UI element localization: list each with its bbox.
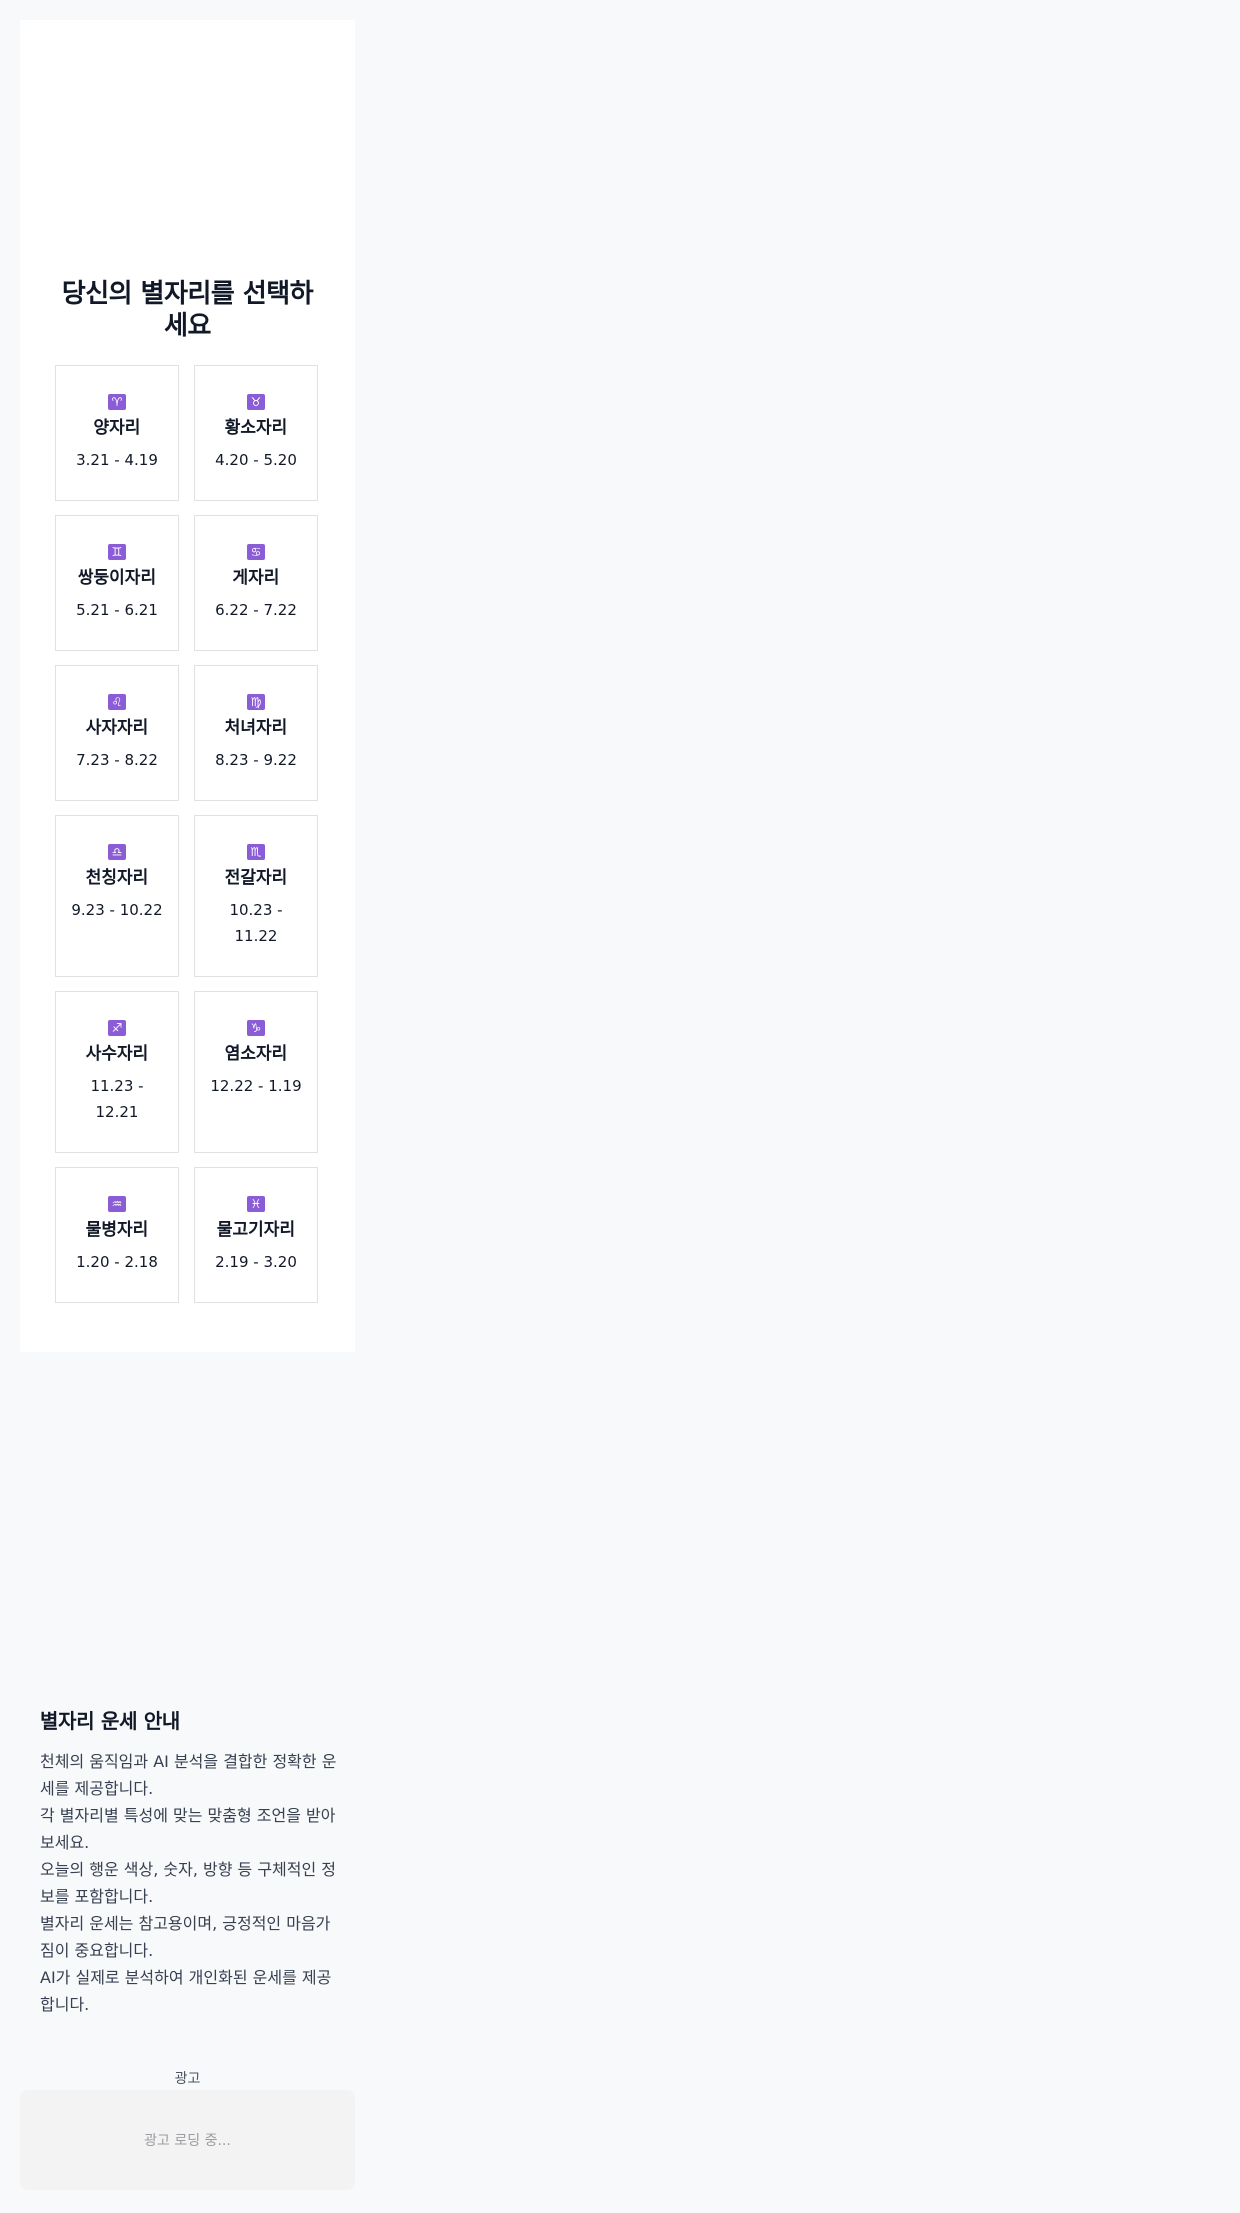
- zodiac-card-pisces[interactable]: ♓ 물고기자리 2.19 - 3.20: [194, 1167, 318, 1303]
- zodiac-name: 물고기자리: [216, 1220, 296, 1240]
- gemini-icon: ♊: [108, 544, 126, 560]
- page-title-line2: 세요: [164, 311, 211, 341]
- zodiac-date: 4.20 - 5.20: [215, 451, 297, 469]
- zodiac-date: 6.22 - 7.22: [215, 601, 297, 619]
- zodiac-date: 2.19 - 3.20: [215, 1253, 297, 1271]
- info-item: AI가 실제로 분석하여 개인화된 운세를 제공합니다.: [40, 1968, 332, 2014]
- info-item: 각 별자리별 특성에 맞는 맞춤형 조언을 받아보세요.: [40, 1806, 336, 1852]
- virgo-icon: ♍: [247, 694, 265, 710]
- taurus-icon: ♉: [247, 394, 265, 410]
- zodiac-date: 9.23 - 10.22: [71, 901, 163, 919]
- ad-slot[interactable]: 광고 로딩 중...: [20, 2090, 355, 2190]
- horoscope-info-section: 별자리 운세 안내 천체의 움직임과 AI 분석을 결합한 정확한 운세를 제공…: [40, 1706, 340, 2018]
- info-item: 오늘의 행운 색상, 숫자, 방향 등 구체적인 정보를 포함합니다.: [40, 1860, 337, 1906]
- scorpio-icon: ♏: [247, 844, 265, 860]
- info-heading: 별자리 운세 안내: [40, 1709, 181, 1733]
- info-item: 별자리 운세는 참고용이며, 긍정적인 마음가짐이 중요합니다.: [40, 1914, 331, 1960]
- zodiac-card-cancer[interactable]: ♋ 게자리 6.22 - 7.22: [194, 515, 318, 651]
- zodiac-date: 5.21 - 6.21: [76, 601, 158, 619]
- capricorn-icon: ♑: [247, 1020, 265, 1036]
- zodiac-name: 물병자리: [85, 1220, 149, 1240]
- zodiac-selection-panel: 당신의 별자리를 선택하 세요 ♈ 양자리 3.21 - 4.19 ♉ 황소자리…: [20, 20, 355, 1352]
- aquarius-icon: ♒: [108, 1196, 126, 1212]
- zodiac-card-sagittarius[interactable]: ♐ 사수자리 11.23 - 12.21: [55, 991, 179, 1153]
- cancer-icon: ♋: [247, 544, 265, 560]
- zodiac-card-gemini[interactable]: ♊ 쌍둥이자리 5.21 - 6.21: [55, 515, 179, 651]
- zodiac-card-taurus[interactable]: ♉ 황소자리 4.20 - 5.20: [194, 365, 318, 501]
- zodiac-date: 1.20 - 2.18: [76, 1253, 158, 1271]
- zodiac-card-capricorn[interactable]: ♑ 염소자리 12.22 - 1.19: [194, 991, 318, 1153]
- info-item: 천체의 움직임과 AI 분석을 결합한 정확한 운세를 제공합니다.: [40, 1752, 337, 1798]
- sagittarius-icon: ♐: [108, 1020, 126, 1036]
- ad-label: 광고: [174, 2071, 201, 2087]
- leo-icon: ♌: [108, 694, 126, 710]
- zodiac-date: 7.23 - 8.22: [76, 751, 158, 769]
- zodiac-name: 양자리: [93, 418, 141, 438]
- zodiac-name: 사수자리: [85, 1044, 149, 1064]
- zodiac-date: 8.23 - 9.22: [215, 751, 297, 769]
- zodiac-name: 황소자리: [224, 418, 288, 438]
- libra-icon: ♎: [108, 844, 126, 860]
- zodiac-card-aries[interactable]: ♈ 양자리 3.21 - 4.19: [55, 365, 179, 501]
- zodiac-card-aquarius[interactable]: ♒ 물병자리 1.20 - 2.18: [55, 1167, 179, 1303]
- zodiac-date: 12.22 - 1.19: [210, 1077, 302, 1095]
- zodiac-date: 3.21 - 4.19: [76, 451, 158, 469]
- page-title-line1: 당신의 별자리를 선택하: [61, 279, 314, 309]
- zodiac-name: 게자리: [232, 568, 280, 588]
- zodiac-card-virgo[interactable]: ♍ 처녀자리 8.23 - 9.22: [194, 665, 318, 801]
- zodiac-name: 처녀자리: [224, 718, 288, 738]
- zodiac-name: 사자자리: [85, 718, 149, 738]
- zodiac-name: 염소자리: [224, 1044, 288, 1064]
- ad-loading-text: 광고 로딩 중...: [144, 2133, 231, 2149]
- page-title: 당신의 별자리를 선택하 세요: [20, 278, 355, 342]
- zodiac-name: 전갈자리: [224, 868, 288, 888]
- zodiac-date: 11.23 - 12.21: [90, 1077, 144, 1121]
- zodiac-card-leo[interactable]: ♌ 사자자리 7.23 - 8.22: [55, 665, 179, 801]
- zodiac-name: 쌍둥이자리: [77, 568, 157, 588]
- pisces-icon: ♓: [247, 1196, 265, 1212]
- zodiac-name: 천칭자리: [85, 868, 149, 888]
- zodiac-card-libra[interactable]: ♎ 천칭자리 9.23 - 10.22: [55, 815, 179, 977]
- aries-icon: ♈: [108, 394, 126, 410]
- zodiac-date: 10.23 - 11.22: [229, 901, 283, 945]
- zodiac-card-scorpio[interactable]: ♏ 전갈자리 10.23 - 11.22: [194, 815, 318, 977]
